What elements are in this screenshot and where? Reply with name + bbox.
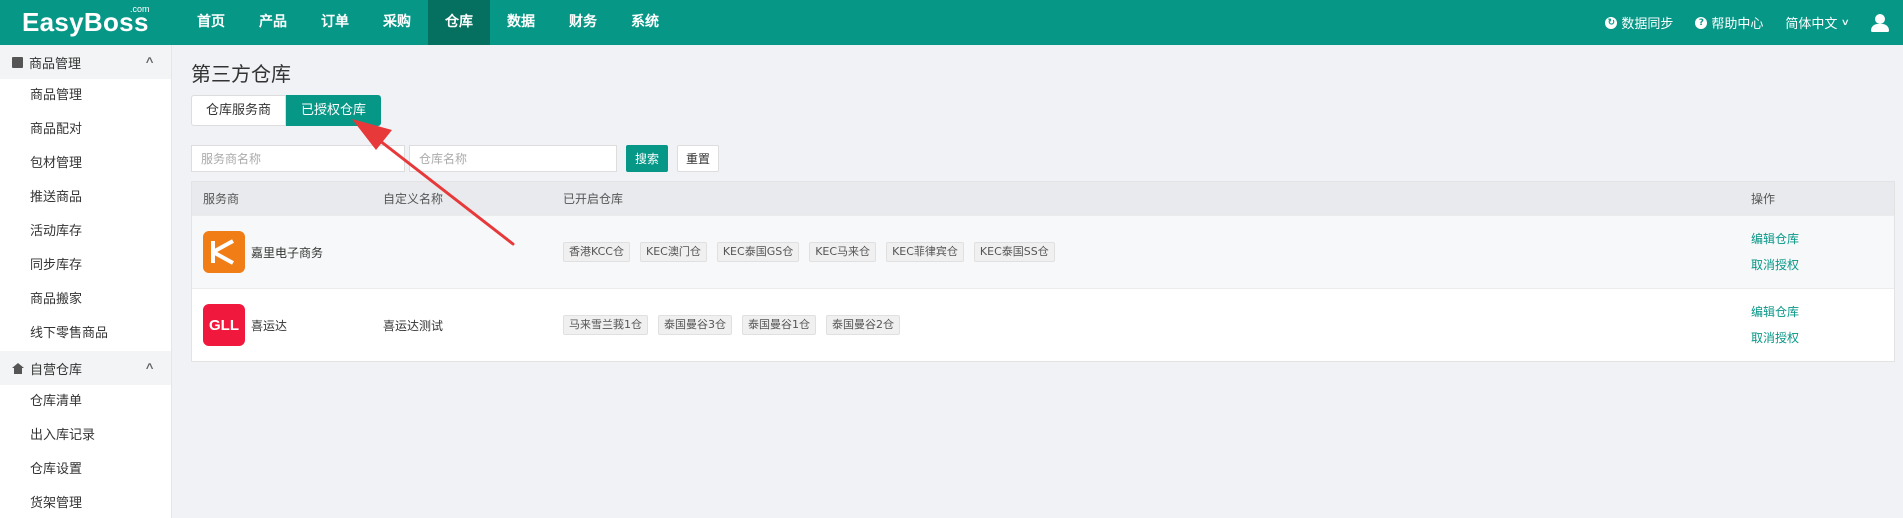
edit-warehouse-link[interactable]: 编辑仓库: [1751, 226, 1799, 252]
nav-purchase[interactable]: 采购: [366, 0, 428, 45]
sidebar-group-own-warehouse[interactable]: 自营仓库 ∧: [0, 351, 171, 385]
edit-doc-icon: [12, 56, 23, 68]
chevron-up-icon: ∧: [143, 55, 155, 66]
nav-orders[interactable]: 订单: [304, 0, 366, 45]
sidebar-item-push-products[interactable]: 推送商品: [0, 181, 171, 215]
warehouse-tag: 香港KCC仓: [563, 242, 630, 262]
sidebar-item-warehouse-list[interactable]: 仓库清单: [0, 385, 171, 419]
provider-name: 喜运达: [251, 318, 288, 333]
user-icon[interactable]: [1871, 13, 1889, 33]
warehouse-tag: 马来雪兰莪1仓: [563, 315, 648, 335]
language-label: 简体中文: [1785, 17, 1838, 32]
warehouse-tags: 马来雪兰莪1仓 泰国曼谷3仓 泰国曼谷1仓 泰国曼谷2仓: [563, 315, 910, 335]
reset-button[interactable]: 重置: [677, 145, 720, 172]
row-actions: 编辑仓库 取消授权: [1751, 226, 1799, 278]
sidebar-group-label: 自营仓库: [30, 362, 83, 378]
help-center-label: 帮助中心: [1711, 17, 1764, 32]
nav-data[interactable]: 数据: [490, 0, 552, 45]
chevron-up-icon: ∧: [143, 361, 155, 372]
header-warehouses: 已开启仓库: [563, 192, 624, 206]
table-row: 嘉里电子商务 香港KCC仓 KEC澳门仓 KEC泰国GS仓 KEC马来仓 KEC…: [192, 215, 1894, 288]
sidebar-item-promo-stock[interactable]: 活动库存: [0, 215, 171, 249]
sidebar-item-sync-stock[interactable]: 同步库存: [0, 249, 171, 283]
search-button[interactable]: 搜索: [626, 145, 669, 172]
table-row: GLL 喜运达 喜运达测试 马来雪兰莪1仓 泰国曼谷3仓 泰国曼谷1仓 泰国曼谷…: [192, 288, 1894, 361]
page-title: 第三方仓库: [191, 62, 291, 86]
nav-system[interactable]: 系统: [614, 0, 676, 45]
nav-home[interactable]: 首页: [180, 0, 242, 45]
cloud-sync-icon: ↻: [1605, 16, 1618, 29]
main-nav: 首页 产品 订单 采购 仓库 数据 财务 系统: [180, 0, 676, 45]
top-right-actions: ↻ 数据同步 ? 帮助中心 简体中文 ∨: [1605, 0, 1903, 45]
sidebar-item-packaging[interactable]: 包材管理: [0, 147, 171, 181]
sidebar: 商品管理 ∧ 商品管理 商品配对 包材管理 推送商品 活动库存 同步库存 商品搬…: [0, 45, 172, 518]
help-center-link[interactable]: ? 帮助中心: [1695, 13, 1763, 32]
sidebar-group-label: 商品管理: [29, 56, 82, 72]
easyboss-logo[interactable]: EasyBoss .com: [22, 4, 150, 38]
data-sync-link[interactable]: ↻ 数据同步: [1605, 13, 1673, 32]
nav-products[interactable]: 产品: [242, 0, 304, 45]
home-icon: [12, 362, 24, 374]
authorized-warehouse-table: 服务商 自定义名称 已开启仓库 操作 嘉里电子商务 香港KCC仓 KEC澳门仓 …: [191, 181, 1895, 362]
tab-warehouse-providers[interactable]: 仓库服务商: [191, 95, 287, 126]
provider-cell: 嘉里电子商务: [203, 231, 323, 273]
gll-logo-text: GLL: [209, 316, 239, 334]
sidebar-item-inout-records[interactable]: 出入库记录: [0, 419, 171, 453]
edit-warehouse-link[interactable]: 编辑仓库: [1751, 299, 1799, 325]
provider-name: 嘉里电子商务: [251, 245, 324, 260]
chevron-down-icon: ∨: [1841, 17, 1851, 28]
row-actions: 编辑仓库 取消授权: [1751, 299, 1799, 351]
warehouse-tag: 泰国曼谷3仓: [658, 315, 732, 335]
header-actions: 操作: [1751, 192, 1776, 206]
nav-finance[interactable]: 财务: [552, 0, 614, 45]
header-provider: 服务商: [203, 192, 240, 206]
sidebar-item-warehouse-settings[interactable]: 仓库设置: [0, 453, 171, 487]
header-custom-name: 自定义名称: [383, 192, 444, 206]
provider-cell: GLL 喜运达: [203, 304, 287, 346]
warehouse-tag: KEC泰国GS仓: [716, 242, 800, 262]
sidebar-item-product-management[interactable]: 商品管理: [0, 79, 171, 113]
gll-logo: GLL: [203, 304, 245, 346]
sidebar-item-shelf-management[interactable]: 货架管理: [0, 487, 171, 518]
top-navbar: EasyBoss .com 首页 产品 订单 采购 仓库 数据 财务 系统 ↻ …: [0, 0, 1903, 45]
language-selector[interactable]: 简体中文 ∨: [1785, 13, 1851, 32]
revoke-authorization-link[interactable]: 取消授权: [1751, 325, 1799, 351]
custom-name: 喜运达测试: [383, 318, 444, 333]
nav-warehouse[interactable]: 仓库: [428, 0, 490, 45]
warehouse-tag: 泰国曼谷1仓: [742, 315, 816, 335]
tab-authorized-warehouses[interactable]: 已授权仓库: [286, 95, 382, 126]
warehouse-tag: KEC菲律宾仓: [886, 242, 964, 262]
logo-suffix: .com: [130, 4, 150, 14]
sidebar-item-product-migration[interactable]: 商品搬家: [0, 283, 171, 317]
sidebar-item-product-matching[interactable]: 商品配对: [0, 113, 171, 147]
revoke-authorization-link[interactable]: 取消授权: [1751, 252, 1799, 278]
warehouse-tag: KEC澳门仓: [639, 242, 707, 262]
data-sync-label: 数据同步: [1621, 17, 1674, 32]
warehouse-tags: 香港KCC仓 KEC澳门仓 KEC泰国GS仓 KEC马来仓 KEC菲律宾仓 KE…: [563, 242, 1065, 262]
warehouse-name-input[interactable]: [409, 145, 617, 172]
warehouse-tag: KEC马来仓: [809, 242, 877, 262]
kerry-logo: [203, 231, 245, 273]
warehouse-tag: 泰国曼谷2仓: [826, 315, 900, 335]
sidebar-group-product-management[interactable]: 商品管理 ∧: [0, 45, 171, 79]
filter-bar: 搜索 重置: [191, 145, 720, 172]
question-icon: ?: [1695, 16, 1708, 29]
warehouse-tag: KEC泰国SS仓: [973, 242, 1055, 262]
provider-name-input[interactable]: [191, 145, 405, 172]
tab-group: 仓库服务商 已授权仓库: [191, 95, 382, 126]
sidebar-item-offline-retail[interactable]: 线下零售商品: [0, 317, 171, 351]
table-header: 服务商 自定义名称 已开启仓库 操作: [192, 182, 1894, 215]
